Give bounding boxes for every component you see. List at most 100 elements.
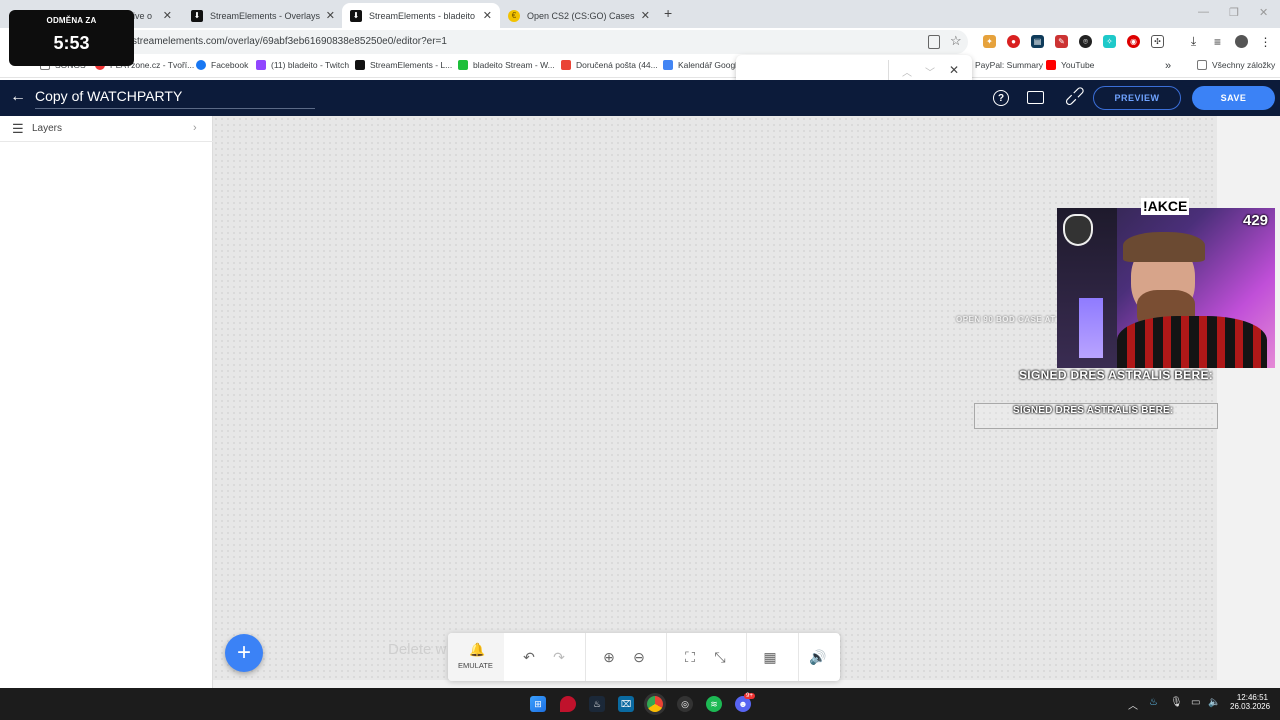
media-icon[interactable]: ≡ [1211,35,1224,49]
close-icon[interactable]: ✕ [163,9,172,22]
download-icon[interactable]: ⤓ [1187,34,1200,48]
star-icon[interactable]: ☆ [950,33,962,49]
tab-cases[interactable]: € Open CS2 (CS:GO) Cases & Ge ✕ [500,3,658,28]
chevron-up-icon[interactable]: ︿ [1128,697,1138,712]
webcam-widget[interactable]: 429 [1057,208,1275,368]
tab-overlays[interactable]: ⬇ StreamElements - Overlays ✕ [183,3,343,28]
youtube-icon [1046,60,1056,70]
new-tab-button[interactable]: + [664,5,672,21]
app-icon[interactable]: ⌧ [618,696,634,712]
microphone-icon[interactable]: 🎙 [1170,697,1183,708]
extension-icon[interactable]: ✦ [983,35,996,48]
bookmark-youtube[interactable]: YouTube [1046,60,1094,70]
clock[interactable]: 12:46:51 26.03.2026 [1230,693,1271,711]
stream-icon [458,60,468,70]
canvas-toolbar: 🔔 EMULATE ↶ ↷ ⊕ ⊖ ⛶ ⤡ ▦ 🔊 [448,633,840,681]
streamelements-icon: ⬇ [350,9,362,22]
selected-text-widget[interactable]: SIGNED DRES ASTRALIS BERE: [974,403,1218,429]
plus-icon: + [236,639,251,666]
save-button[interactable]: SAVE [1192,86,1275,110]
zoom-in-icon[interactable]: ⊕ [599,647,619,667]
extension-icon[interactable]: ✎ [1055,35,1068,48]
all-bookmarks[interactable]: Všechny záložky [1197,60,1275,70]
exit-fullscreen-icon[interactable]: ⤡ [710,647,730,667]
steam-tray-icon[interactable]: ♨ [1149,697,1158,708]
chrome-icon[interactable] [647,696,663,712]
grid-off-icon[interactable]: ▦ [760,647,780,667]
kebab-menu-icon[interactable]: ⋮ [1259,35,1272,49]
spotify-icon[interactable]: ≋ [706,696,722,712]
signed-dres-label[interactable]: SIGNED DRES ASTRALIS BERE: [1019,368,1213,382]
light-strip [1079,298,1103,358]
folder-icon [1197,60,1207,70]
signed-dres-duplicate: SIGNED DRES ASTRALIS BERE: [1013,405,1174,416]
bookmark-gmail[interactable]: Doručená pošta (44... [561,60,658,70]
close-icon[interactable]: ✕ [326,9,335,22]
bell-icon: 🔔 [469,642,486,657]
extension-icon[interactable]: ✧ [1103,35,1116,48]
bookmark-label: bladeito Stream - W... [473,60,555,70]
notification-badge: 9+ [744,693,755,699]
restore-icon[interactable]: ❐ [1229,6,1239,19]
zoom-out-icon[interactable]: ⊖ [629,647,649,667]
bookmark-calendar[interactable]: Kalendář Google [663,60,742,70]
fullscreen-icon[interactable]: ⛶ [680,647,700,667]
tab-bladeito[interactable]: ⬇ StreamElements - bladeito ✕ [342,3,500,28]
close-icon[interactable]: ✕ [483,9,492,22]
extension-icon[interactable]: ▤ [1031,35,1044,48]
streamelements-icon: ⬇ [191,9,203,22]
extension-icon[interactable]: ⌾ [1079,35,1092,48]
window-close-icon[interactable]: ✕ [1259,6,1268,19]
close-icon[interactable]: ✕ [641,9,650,22]
viewer-count: 429 [1243,212,1269,229]
bookmark-streamelements[interactable]: StreamElements - L... [355,60,452,70]
chevron-down-icon[interactable]: ﹀ [925,64,935,79]
browser-tab-strip: Live o ✕ ⬇ StreamElements - Overlays ✕ ⬇… [0,0,1280,28]
clock-date: 26.03.2026 [1230,702,1271,711]
divider [798,633,799,681]
extension-icon[interactable]: ◉ [1127,35,1140,48]
bookmark-bladeito-stream[interactable]: bladeito Stream - W... [458,60,555,70]
volume-icon[interactable]: 🔊 [808,647,828,667]
minimize-icon[interactable]: — [1198,6,1209,18]
speaker-icon[interactable]: 🔈 [1208,697,1220,708]
preview-button[interactable]: PREVIEW [1093,86,1181,110]
layers-panel-header[interactable]: ☰ Layers › [0,116,213,142]
overlay-title-input[interactable]: Copy of WATCHPARTY [35,88,315,109]
bookmark-facebook[interactable]: Facebook [196,60,248,70]
network-icon[interactable]: ▭ [1191,697,1200,708]
editor-header: ← Copy of WATCHPARTY ? ⊂⊃ PREVIEW SAVE [0,80,1280,116]
undo-icon[interactable]: ↶ [519,647,539,667]
timer-value: 5:53 [53,33,90,53]
extension-icon[interactable]: ● [1007,35,1020,48]
find-input[interactable] [744,61,884,81]
divider [585,633,586,681]
faded-widget-text[interactable]: OPEN 90 BOD CASE AT [956,315,1056,324]
add-widget-button[interactable]: + [225,634,263,672]
avatar[interactable] [1235,35,1248,48]
steam-icon[interactable]: ♨ [589,696,605,712]
emulate-button[interactable]: 🔔 EMULATE [448,633,504,681]
redo-icon[interactable]: ↷ [549,647,569,667]
help-icon[interactable]: ? [993,90,1009,106]
canvas-margin [1217,116,1280,688]
overlay-canvas[interactable] [213,116,1217,680]
bookmark-label: Facebook [211,60,249,70]
obs-icon[interactable]: ◎ [677,696,693,712]
tab-label: Open CS2 (CS:GO) Cases & Ge [527,10,635,21]
app-icon[interactable] [560,696,576,712]
arrow-left-icon[interactable]: ← [10,88,26,106]
link-icon[interactable]: ⊂⊃ [1059,81,1090,111]
page-translate-icon[interactable] [928,35,940,49]
bookmark-twitch[interactable]: (11) bladeito - Twitch [256,60,349,70]
akce-label[interactable]: !AKCE [1141,198,1190,215]
more-bookmarks-button[interactable]: » [1165,60,1171,72]
delete-hint: Delete w [388,641,447,658]
puzzle-icon[interactable]: ✣ [1151,35,1164,48]
chevron-up-icon[interactable]: ︿ [902,64,912,79]
windows-start-icon[interactable]: ⊞ [530,696,546,712]
monitor-icon[interactable] [1027,91,1044,104]
close-icon[interactable]: ✕ [949,63,959,77]
omnibox[interactable]: streamelements.com/overlay/69abf3eb61690… [118,30,968,54]
bookmark-paypal[interactable]: PayPal: Summary [975,60,1043,70]
